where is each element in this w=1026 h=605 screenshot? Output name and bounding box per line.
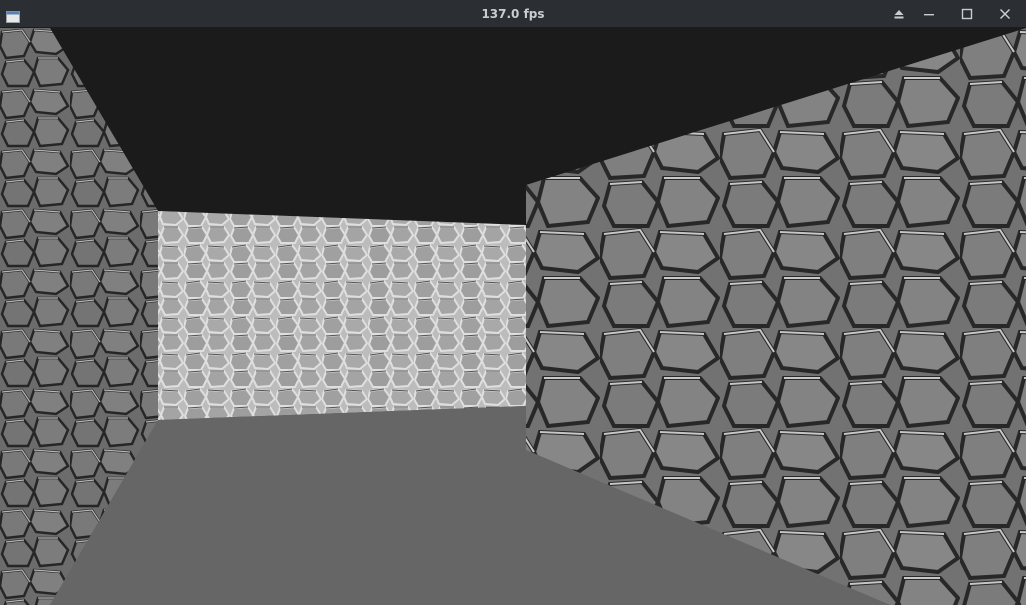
- window-title: 137.0 fps: [481, 7, 545, 21]
- raycast-scene: [0, 28, 1026, 605]
- far-wall: [158, 211, 526, 420]
- minimize-icon[interactable]: [918, 4, 940, 24]
- close-icon[interactable]: [994, 4, 1016, 24]
- game-window: 137.0 fps: [0, 0, 1026, 605]
- game-viewport[interactable]: [0, 28, 1026, 605]
- title-bar[interactable]: 137.0 fps: [0, 0, 1026, 28]
- maximize-icon[interactable]: [956, 4, 978, 24]
- eject-icon[interactable]: [888, 4, 910, 24]
